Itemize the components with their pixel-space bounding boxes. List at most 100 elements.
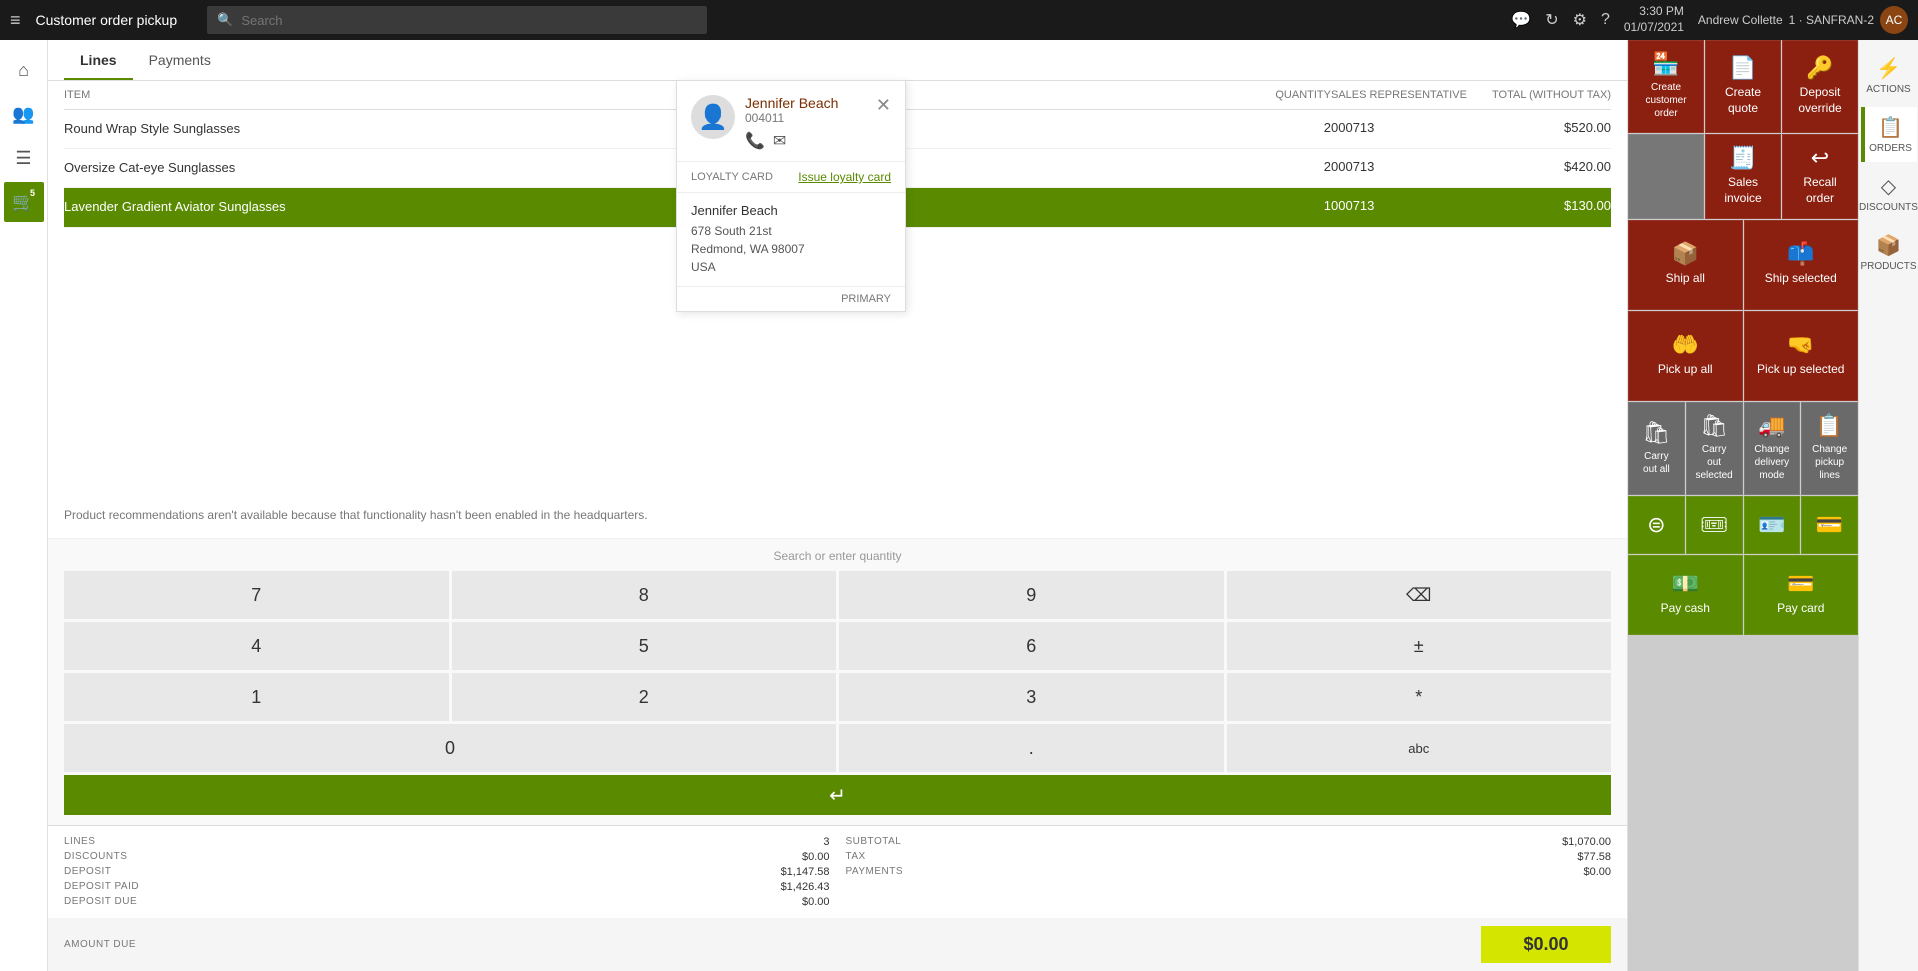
item-name: Lavender Gradient Aviator Sunglasses	[64, 198, 1251, 216]
create-customer-order-button[interactable]: 🏪 Create customer order	[1628, 40, 1704, 133]
deposit-value: $1,147.58	[781, 866, 830, 878]
sidebar-actions[interactable]: ⚡ ACTIONS	[1861, 48, 1917, 103]
issue-loyalty-card-link[interactable]: Issue loyalty card	[798, 170, 891, 184]
item-quantity: 2	[1251, 159, 1331, 177]
order-summary: LINES 3 SUBTOTAL $1,070.00 DISCOUNTS $0.…	[48, 825, 1627, 918]
sidebar-item-home[interactable]: ⌂	[4, 50, 44, 90]
message-icon[interactable]: 💬	[1511, 10, 1531, 30]
customer-address: Jennifer Beach 678 South 21st Redmond, W…	[677, 193, 905, 287]
pick-up-all-button[interactable]: 🤲 Pick up all	[1628, 311, 1743, 401]
refresh-icon[interactable]: ↻	[1545, 10, 1558, 30]
coupon-icon: 🎟	[1700, 514, 1728, 536]
item-name: Round Wrap Style Sunglasses	[64, 120, 1251, 138]
customer-address-name: Jennifer Beach	[691, 203, 891, 218]
create-customer-order-label: Create customer order	[1637, 81, 1695, 120]
payment-btn-3[interactable]: 🪪	[1744, 496, 1801, 554]
subtotal-value: $1,070.00	[1562, 836, 1611, 848]
numpad: 7 8 9 ⌫ 4 5 6 ± 1 2 3 * 0 . abc ↵	[64, 571, 1611, 815]
quote-icon: 📄	[1729, 57, 1756, 79]
payment-btn-2[interactable]: 🎟	[1686, 496, 1743, 554]
num-2[interactable]: 2	[452, 673, 837, 721]
customer-address-line3: USA	[691, 258, 891, 276]
ship-all-button[interactable]: 📦 Ship all	[1628, 220, 1743, 310]
item-quantity: 1	[1251, 198, 1331, 216]
decimal-button[interactable]: .	[839, 724, 1224, 772]
customer-panel: 👤 Jennifer Beach 004011 📞 ✉ ✕ LOYALTY CA…	[676, 80, 906, 312]
num-8[interactable]: 8	[452, 571, 837, 619]
item-total: $420.00	[1471, 159, 1611, 177]
customer-address-line2: Redmond, WA 98007	[691, 240, 891, 258]
deposit-due-value: $0.00	[781, 896, 830, 908]
change-delivery-mode-button[interactable]: 🚚 Change delivery mode	[1744, 402, 1801, 495]
lines-value: 3	[781, 836, 830, 848]
num-9[interactable]: 9	[839, 571, 1224, 619]
change-pickup-lines-label: Change pickup lines	[1810, 443, 1849, 482]
tab-lines[interactable]: Lines	[64, 40, 133, 80]
search-input[interactable]	[241, 13, 697, 28]
enter-button[interactable]: ↵	[64, 775, 1611, 815]
deposit-label: DEPOSIT	[64, 866, 765, 878]
help-icon[interactable]: ?	[1601, 11, 1610, 29]
plusminus-button[interactable]: ±	[1227, 622, 1612, 670]
num-4[interactable]: 4	[64, 622, 449, 670]
customer-avatar: 👤	[691, 95, 735, 139]
action-row-5: 🛍 Carry out all 🛍 Carry out selected 🚚 C…	[1628, 402, 1858, 495]
create-quote-button[interactable]: 📄 Create quote	[1705, 40, 1781, 133]
actions-icon: ⚡	[1876, 56, 1901, 81]
col-quantity: QUANTITY	[1251, 89, 1331, 101]
num-1[interactable]: 1	[64, 673, 449, 721]
carry-out-all-button[interactable]: 🛍 Carry out all	[1628, 402, 1685, 495]
sidebar-products[interactable]: 📦 PRODUCTS	[1861, 225, 1917, 280]
num-3[interactable]: 3	[839, 673, 1224, 721]
payment-btn-1[interactable]: ⊜	[1628, 496, 1685, 554]
customer-contact-icons: 📞 ✉	[745, 131, 876, 151]
payment-btn-4[interactable]: 💳	[1801, 496, 1858, 554]
num-5[interactable]: 5	[452, 622, 837, 670]
invoice-icon: 🧾	[1729, 147, 1756, 169]
customer-order-icon: 🏪	[1652, 53, 1679, 75]
backspace-button[interactable]: ⌫	[1227, 571, 1612, 619]
customer-id: 004011	[745, 111, 876, 125]
recall-order-button[interactable]: ↩ Recall order	[1782, 134, 1858, 219]
num-7[interactable]: 7	[64, 571, 449, 619]
deposit-override-button[interactable]: 🔑 Deposit override	[1782, 40, 1858, 133]
close-customer-panel[interactable]: ✕	[876, 95, 891, 116]
card-icon: 💳	[1787, 573, 1814, 595]
sidebar-discounts[interactable]: ◇ DISCOUNTS	[1861, 166, 1917, 221]
search-bar[interactable]: 🔍	[207, 6, 707, 34]
action-row-1: 🏪 Create customer order 📄 Create quote 🔑…	[1628, 40, 1858, 133]
ship-selected-button[interactable]: 📫 Ship selected	[1744, 220, 1859, 310]
num-0[interactable]: 0	[64, 724, 836, 772]
deposit-paid-label: DEPOSIT PAID	[64, 881, 765, 893]
sidebar-item-group[interactable]: 👥	[4, 94, 44, 134]
num-6[interactable]: 6	[839, 622, 1224, 670]
deposit-icon: 🔑	[1806, 57, 1833, 79]
sidebar-item-list[interactable]: ☰	[4, 138, 44, 178]
multiply-button[interactable]: *	[1227, 673, 1612, 721]
equals-icon: ⊜	[1647, 514, 1665, 536]
user-menu[interactable]: Andrew Collette 1 · SANFRAN-2 AC	[1698, 6, 1908, 34]
sales-invoice-button[interactable]: 🧾 Sales invoice	[1705, 134, 1781, 219]
abc-button[interactable]: abc	[1227, 724, 1612, 772]
settings-icon[interactable]: ⚙	[1573, 10, 1587, 30]
pay-card-button[interactable]: 💳 Pay card	[1744, 555, 1859, 635]
pay-cash-button[interactable]: 💵 Pay cash	[1628, 555, 1743, 635]
item-quantity: 2	[1251, 120, 1331, 138]
email-icon[interactable]: ✉	[773, 131, 786, 151]
ship-all-icon: 📦	[1672, 243, 1699, 265]
tab-payments[interactable]: Payments	[133, 40, 227, 80]
phone-icon[interactable]: 📞	[745, 131, 765, 151]
ship-all-label: Ship all	[1666, 271, 1705, 287]
sidebar-item-cart[interactable]: 🛒 5	[4, 182, 44, 222]
discounts-label: DISCOUNTS	[1859, 202, 1918, 213]
hamburger-menu[interactable]: ≡	[10, 10, 21, 31]
carry-out-all-label: Carry out all	[1637, 450, 1676, 476]
sidebar-orders[interactable]: 📋 ORDERS	[1861, 107, 1917, 162]
pickup-all-icon: 🤲	[1672, 334, 1699, 356]
pick-up-selected-button[interactable]: 🤜 Pick up selected	[1744, 311, 1859, 401]
change-pickup-lines-button[interactable]: 📋 Change pickup lines	[1801, 402, 1858, 495]
recall-order-label: Recall order	[1791, 175, 1849, 206]
blank-button-1	[1628, 134, 1704, 219]
carry-out-selected-button[interactable]: 🛍 Carry out selected	[1686, 402, 1743, 495]
loyalty-label: LOYALTY CARD	[691, 171, 773, 183]
